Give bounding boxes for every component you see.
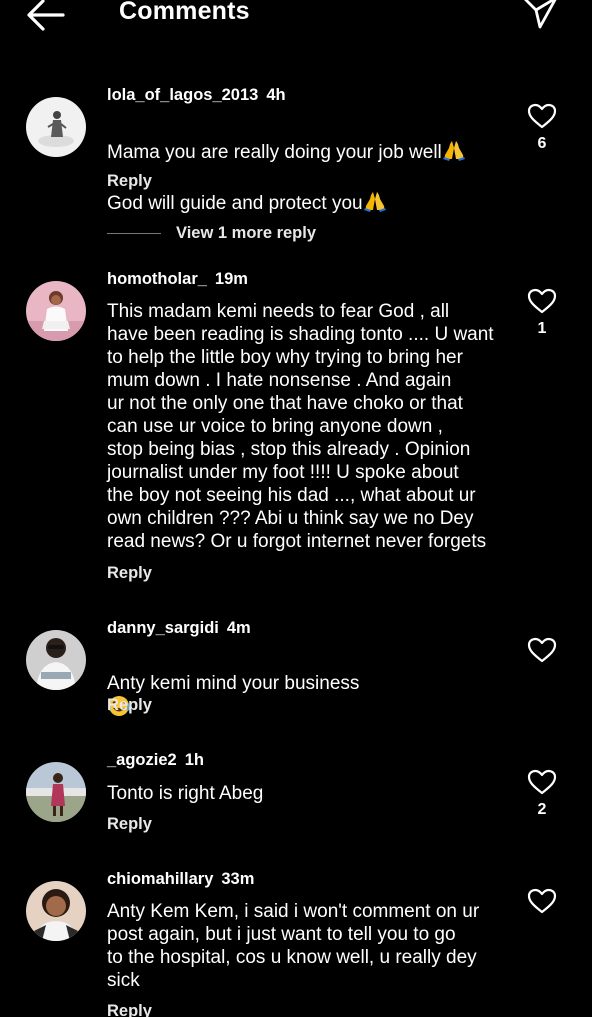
- comment-username[interactable]: lola_of_lagos_2013: [107, 86, 258, 104]
- heart-outline-icon[interactable]: [527, 288, 557, 319]
- comment-username-line: danny_sargidi 4m: [107, 619, 251, 638]
- reply-button[interactable]: Reply: [107, 1002, 152, 1017]
- reply-button[interactable]: Reply: [107, 815, 152, 834]
- comment-text: Anty kemi mind your business: [107, 649, 507, 723]
- heart-outline-icon[interactable]: [527, 888, 557, 919]
- comment-time: 33m: [221, 870, 255, 888]
- comment-username-line: _agozie2 1h: [107, 751, 204, 770]
- reply-button[interactable]: Reply: [107, 172, 152, 191]
- divider-line: [107, 233, 161, 234]
- like-count: 6: [537, 135, 547, 152]
- comment-text: Anty Kem Kem, i said i won't comment on …: [107, 901, 480, 991]
- comment-username[interactable]: _agozie2: [107, 751, 177, 769]
- comment-time: 1h: [184, 751, 204, 769]
- like-count: 2: [537, 801, 547, 818]
- heart-outline-icon[interactable]: [527, 637, 557, 668]
- comment-text-line: Mama you are really doing your job well: [107, 142, 442, 163]
- comment-time: 19m: [214, 270, 248, 288]
- comment-username[interactable]: danny_sargidi: [107, 619, 219, 637]
- comment-text-line: Anty kemi mind your business: [107, 673, 360, 694]
- comment-username-line: lola_of_lagos_2013 4h: [107, 86, 286, 105]
- comment-time: 4m: [226, 619, 251, 637]
- heart-outline-icon[interactable]: [527, 769, 557, 800]
- comment-username-line: chiomahillary 33m: [107, 870, 254, 889]
- comment-time: 4h: [266, 86, 286, 104]
- comment-text: Mama you are really doing your job well …: [107, 116, 507, 218]
- page-title: Comments: [119, 0, 250, 25]
- comment-text: This madam kemi needs to fear God , all …: [107, 301, 494, 552]
- comment-text-line: God will guide and protect you: [107, 193, 363, 214]
- folded-hands-emoji: [442, 139, 466, 167]
- view-more-replies-label: View 1 more reply: [176, 224, 317, 242]
- heart-outline-icon[interactable]: [527, 103, 557, 134]
- like-count: 1: [537, 320, 547, 337]
- avatar[interactable]: [26, 881, 86, 941]
- avatar[interactable]: [26, 97, 86, 157]
- back-arrow-icon[interactable]: [26, 0, 66, 32]
- avatar[interactable]: [26, 762, 86, 822]
- comment-username-line: homotholar_ 19m: [107, 270, 248, 289]
- paper-plane-icon[interactable]: [520, 0, 560, 30]
- reply-button[interactable]: Reply: [107, 564, 152, 583]
- comment-username[interactable]: chiomahillary: [107, 870, 213, 888]
- folded-hands-emoji: [363, 190, 387, 218]
- reply-button[interactable]: Reply: [107, 696, 152, 715]
- avatar[interactable]: [26, 630, 86, 690]
- header-bar: Comments: [0, 0, 592, 40]
- avatar[interactable]: [26, 281, 86, 341]
- comment-text: Tonto is right Abeg: [107, 783, 264, 804]
- comment-username[interactable]: homotholar_: [107, 270, 207, 288]
